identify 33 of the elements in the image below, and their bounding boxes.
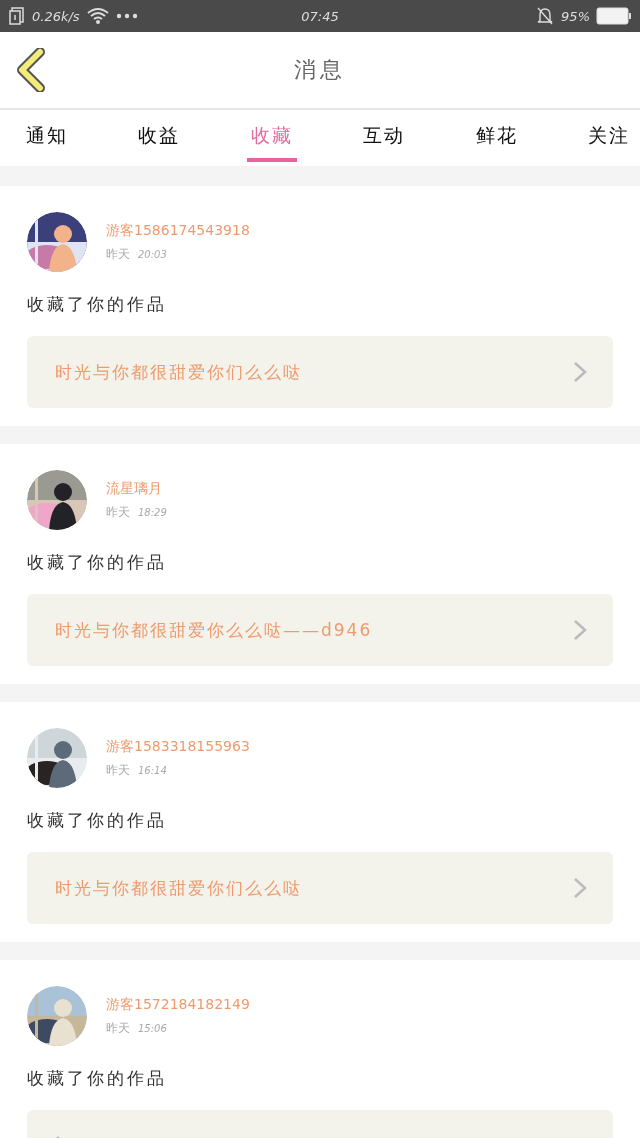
battery-percent: 95% (561, 8, 590, 24)
back-button[interactable] (16, 48, 46, 92)
timestamp: 昨天 15:06 (106, 1019, 168, 1037)
tab[interactable]: 收益 (134, 110, 185, 162)
sim-card-icon (8, 7, 26, 25)
tab[interactable]: 通知 (22, 110, 72, 162)
chevron-right-icon (573, 361, 587, 383)
work-link[interactable]: 时光与你都很甜爱你么么哒——d946 (27, 594, 613, 666)
action-text: 收藏了你的作品 (27, 1067, 168, 1090)
action-text: 收藏了你的作品 (27, 293, 168, 316)
timestamp: 昨天 16:14 (106, 761, 168, 779)
tab[interactable]: 互动 (359, 110, 410, 162)
timestamp: 昨天 18:29 (106, 503, 167, 521)
clock: 07:45 (301, 8, 339, 24)
user-name[interactable]: 游客1586174543918 (106, 221, 250, 240)
battery-icon (596, 7, 632, 25)
tab[interactable]: 收藏 (246, 110, 297, 162)
page-title: 消息 (294, 56, 346, 84)
timestamp: 昨天 20:03 (106, 245, 168, 263)
chevron-right-icon (573, 619, 587, 641)
user-name[interactable]: 游客1572184182149 (106, 995, 250, 1014)
work-link[interactable]: 时光与你都很甜爱你们么么哒 (27, 336, 613, 408)
work-link[interactable]: 时光与你都很甜爱你们么么哒 (27, 852, 613, 924)
network-speed: 0.26k/s (32, 8, 80, 24)
action-text: 收藏了你的作品 (27, 551, 168, 574)
tab[interactable]: 鲜花 (471, 110, 522, 162)
user-name[interactable]: 游客1583318155963 (106, 737, 250, 756)
action-text: 收藏了你的作品 (27, 809, 168, 832)
more-icon (115, 13, 138, 19)
chevron-right-icon (573, 877, 587, 899)
tab[interactable]: 关注 (583, 110, 634, 162)
wifi-icon (85, 7, 110, 25)
user-name[interactable]: 流星璃月 (106, 479, 167, 498)
